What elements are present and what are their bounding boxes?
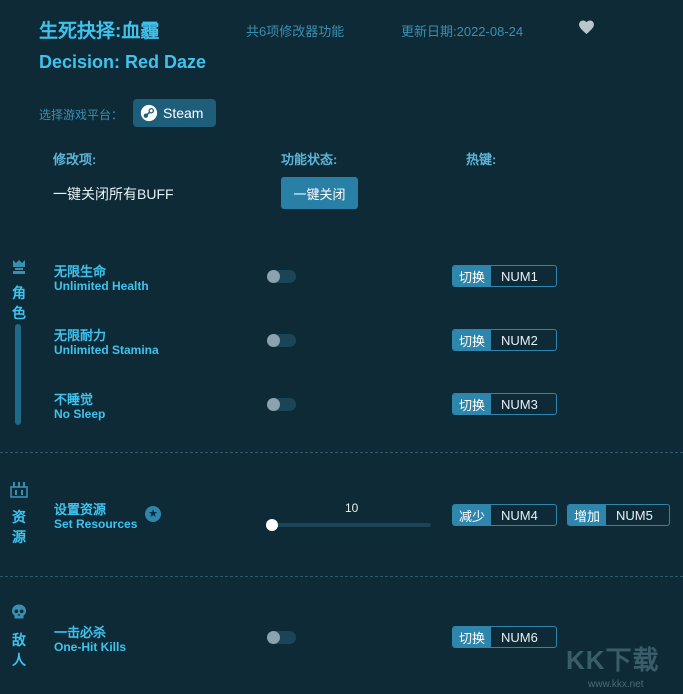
hotkey-resources-decrease[interactable]: 减少 NUM4 xyxy=(452,504,557,526)
category-enemies-char2: 人 xyxy=(12,652,26,668)
update-date: 更新日期:2022-08-24 xyxy=(401,24,524,39)
platform-label: 选择游戏平台： xyxy=(39,108,124,122)
option-health-en: Unlimited Health xyxy=(54,279,149,293)
disable-all-label: 一键关闭所有BUFF xyxy=(53,186,174,202)
skull-icon xyxy=(12,604,26,619)
disable-all-button[interactable]: 一键关闭 xyxy=(281,177,358,209)
toggle-sleep[interactable] xyxy=(267,398,296,411)
hotkey-action: 增加 xyxy=(568,505,607,525)
slider-value: 10 xyxy=(345,501,359,515)
steam-icon xyxy=(140,104,158,122)
steam-label: Steam xyxy=(163,105,204,121)
category-scrollbar[interactable] xyxy=(15,324,21,425)
hotkey-key: NUM1 xyxy=(501,268,538,284)
option-sleep-en: No Sleep xyxy=(54,407,106,421)
resources-icon xyxy=(10,482,28,498)
column-header-status: 功能状态: xyxy=(281,152,338,167)
category-character-char2: 色 xyxy=(12,305,26,321)
game-title-cn: 生死抉择:血霾 xyxy=(39,21,160,42)
resources-slider-track[interactable] xyxy=(271,523,431,527)
hotkey-health[interactable]: 切换 NUM1 xyxy=(452,265,557,287)
option-stamina-en: Unlimited Stamina xyxy=(54,343,159,357)
feature-count: 共6项修改器功能 xyxy=(246,24,345,39)
option-onehit-cn: 一击必杀 xyxy=(54,625,107,640)
hotkey-key: NUM2 xyxy=(501,332,538,348)
category-character-char1: 角 xyxy=(12,285,26,301)
hotkey-action: 切换 xyxy=(453,266,492,286)
toggle-knob xyxy=(267,334,280,347)
option-health-cn: 无限生命 xyxy=(54,264,107,279)
hotkey-action: 切换 xyxy=(453,394,492,414)
hotkey-action: 切换 xyxy=(453,330,492,350)
section-divider xyxy=(0,576,683,577)
column-header-hotkey: 热键: xyxy=(466,152,497,167)
heart-icon[interactable] xyxy=(578,19,595,35)
resources-slider-handle[interactable] xyxy=(266,519,278,531)
column-header-option: 修改项: xyxy=(53,152,97,167)
hotkey-action: 减少 xyxy=(453,505,492,525)
hotkey-onehit[interactable]: 切换 NUM6 xyxy=(452,626,557,648)
option-onehit-en: One-Hit Kills xyxy=(54,640,127,654)
hotkey-action: 切换 xyxy=(453,627,492,647)
character-icon xyxy=(13,260,25,274)
option-sleep-cn: 不睡觉 xyxy=(54,392,94,407)
toggle-knob xyxy=(267,398,280,411)
hotkey-sleep[interactable]: 切换 NUM3 xyxy=(452,393,557,415)
toggle-stamina[interactable] xyxy=(267,334,296,347)
hotkey-key: NUM4 xyxy=(501,507,538,523)
category-resources-char1: 资 xyxy=(12,509,26,525)
toggle-knob xyxy=(267,631,280,644)
category-enemies-char1: 敌 xyxy=(12,632,26,648)
hotkey-key: NUM5 xyxy=(616,507,653,523)
option-resources-cn: 设置资源 xyxy=(54,502,107,517)
toggle-knob xyxy=(267,270,280,283)
game-title-en: Decision: Red Daze xyxy=(39,52,207,72)
toggle-health[interactable] xyxy=(267,270,296,283)
hotkey-stamina[interactable]: 切换 NUM2 xyxy=(452,329,557,351)
category-resources-char2: 源 xyxy=(12,529,26,545)
hotkey-key: NUM3 xyxy=(501,396,538,412)
option-stamina-cn: 无限耐力 xyxy=(54,328,107,343)
watermark-logo: KK下载 xyxy=(566,645,660,675)
hotkey-resources-increase[interactable]: 增加 NUM5 xyxy=(567,504,670,526)
option-resources-en: Set Resources xyxy=(54,517,138,531)
section-divider xyxy=(0,452,683,453)
steam-platform-button[interactable]: Steam xyxy=(133,99,216,127)
star-icon: ★ xyxy=(145,506,161,522)
hotkey-key: NUM6 xyxy=(501,629,538,645)
toggle-onehit[interactable] xyxy=(267,631,296,644)
watermark-url: www.kkx.net xyxy=(588,679,644,690)
